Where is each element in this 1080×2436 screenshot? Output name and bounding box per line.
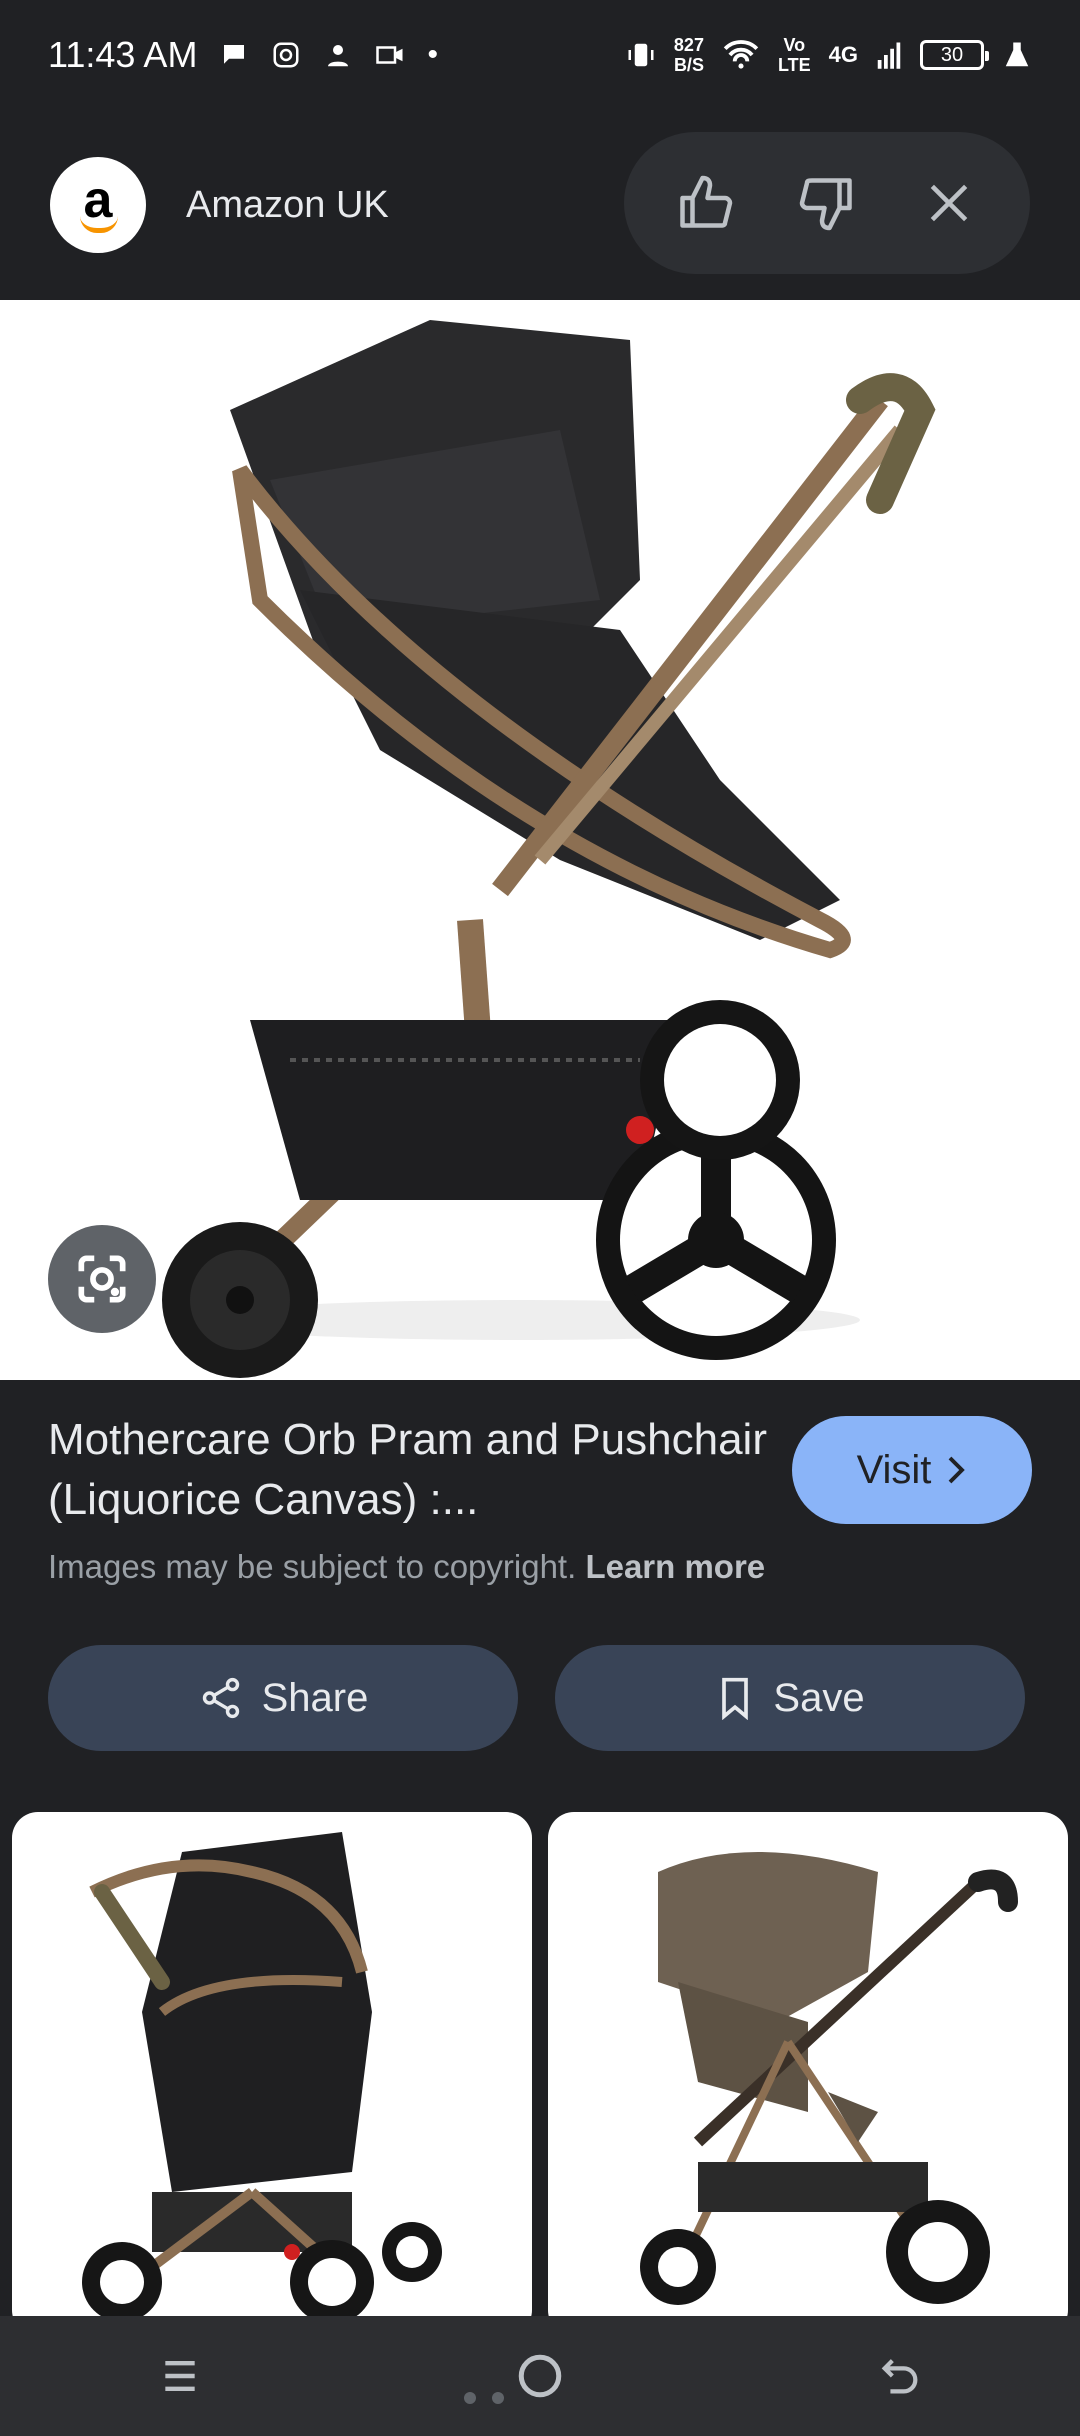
main-product-image[interactable]	[0, 300, 1080, 1380]
lens-search-button[interactable]	[48, 1225, 156, 1333]
share-icon	[202, 1677, 239, 1719]
copyright-notice: Images may be subject to copyright. Lear…	[48, 1548, 768, 1586]
result-title[interactable]: Mothercare Orb Pram and Pushchair (Liquo…	[48, 1410, 768, 1530]
amazon-smile-icon	[80, 216, 118, 233]
back-arrow-icon	[881, 2359, 918, 2394]
network-type: 4G	[828, 42, 858, 67]
page-dots	[464, 2392, 504, 2404]
chevron-right-icon	[949, 1456, 966, 1484]
related-image-thumbnail[interactable]	[548, 1812, 1068, 2336]
net-speed: 827 B/S	[674, 35, 704, 75]
share-button[interactable]: Share	[48, 1645, 518, 1751]
source-header: a Amazon UK	[0, 110, 1080, 300]
thumbs-down-icon	[799, 178, 852, 231]
battery-level: 30	[940, 43, 964, 66]
instagram-icon	[273, 42, 299, 68]
result-info: Mothercare Orb Pram and Pushchair (Liquo…	[48, 1410, 768, 1586]
save-button[interactable]: Save	[555, 1645, 1025, 1751]
home-button[interactable]	[495, 2331, 585, 2421]
dot-icon: •	[427, 38, 438, 71]
net-speed-value: 827	[673, 35, 704, 55]
back-button[interactable]	[855, 2331, 945, 2421]
stroller-image	[162, 320, 936, 1378]
bookmark-icon	[722, 1677, 749, 1720]
avatar[interactable]: a	[50, 157, 146, 253]
visit-button[interactable]: Visit	[792, 1416, 1032, 1524]
source-name[interactable]: Amazon UK	[186, 184, 389, 227]
vibrate-icon	[628, 43, 654, 67]
battery-indicator: 30	[920, 40, 989, 70]
close-icon	[930, 184, 968, 222]
save-label: Save	[773, 1675, 865, 1720]
menu-lines-icon	[165, 2360, 195, 2392]
net-speed-unit: B/S	[673, 55, 704, 75]
learn-more-link[interactable]: Learn more	[585, 1548, 765, 1585]
thumbs-up-button[interactable]	[665, 163, 745, 243]
thumbs-up-icon	[680, 175, 733, 228]
feedback-actions	[624, 132, 1030, 274]
volte-indicator: Vo LTE	[778, 35, 811, 75]
signal-icon	[877, 42, 901, 69]
thumbs-down-button[interactable]	[787, 163, 867, 243]
recents-button[interactable]	[135, 2331, 225, 2421]
lab-flask-icon	[1005, 42, 1029, 67]
stroller-thumbnail-image	[640, 1852, 1018, 2305]
volte-bottom: LTE	[777, 55, 811, 75]
lens-search-icon	[78, 1255, 126, 1303]
home-circle-icon	[518, 2354, 562, 2398]
close-button[interactable]	[909, 163, 989, 243]
chat-bubble-icon	[224, 45, 245, 64]
status-bar: 11:43 AM • 827 B/S Vo LTE 4G 30	[0, 0, 1080, 110]
add-person-icon	[328, 45, 349, 67]
copyright-text: Images may be subject to copyright.	[48, 1548, 577, 1585]
visit-label: Visit	[856, 1447, 932, 1492]
wifi-icon	[723, 40, 759, 69]
video-icon	[376, 46, 403, 64]
related-image-thumbnail[interactable]	[12, 1812, 532, 2336]
share-label: Share	[261, 1675, 369, 1720]
system-nav-bar	[0, 2316, 1080, 2436]
status-time: 11:43 AM	[48, 34, 198, 75]
stroller-thumbnail-image	[82, 1832, 442, 2324]
volte-top: Vo	[783, 35, 806, 55]
